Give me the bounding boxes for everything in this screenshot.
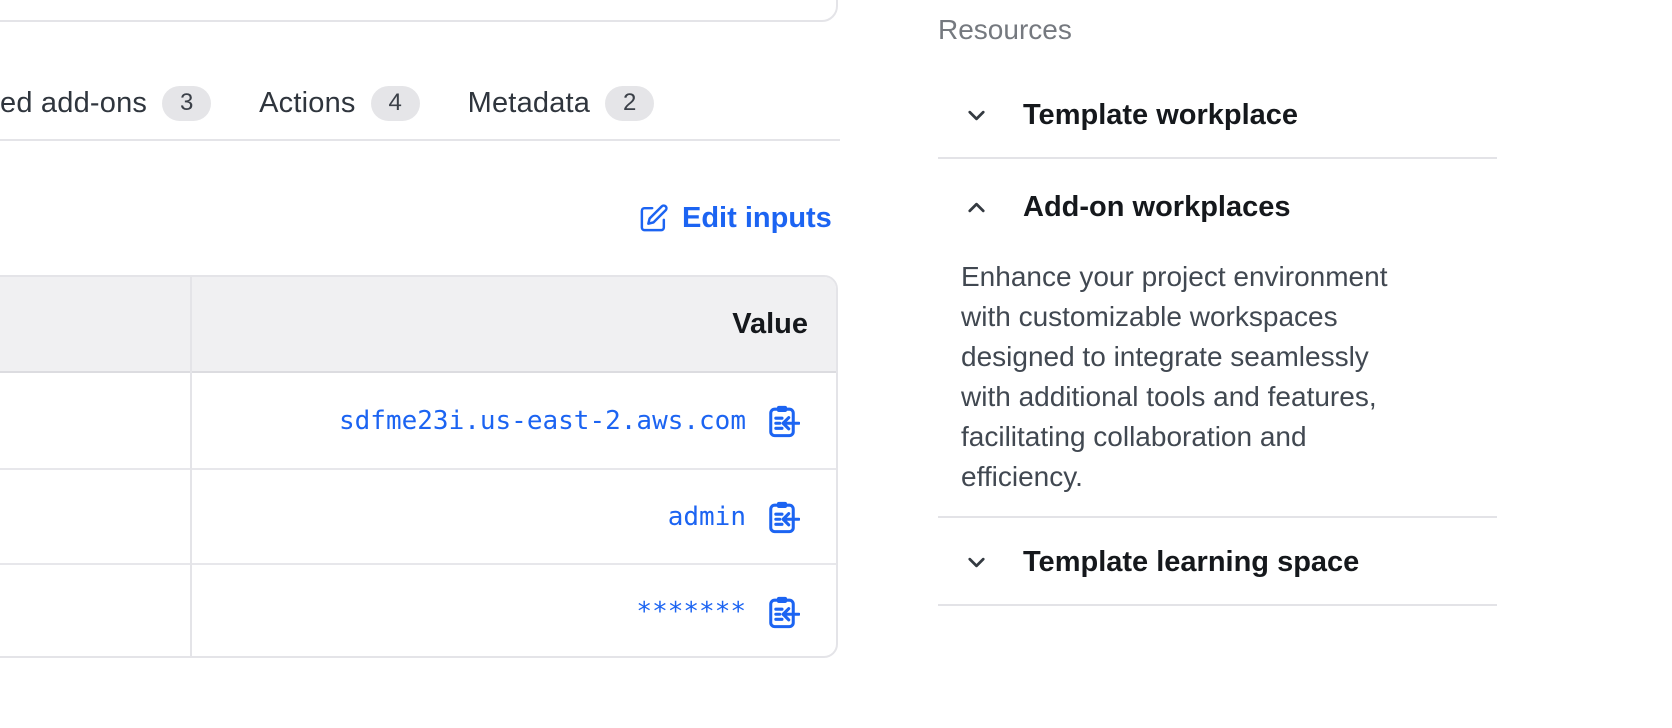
- edit-pencil-square-icon: [638, 203, 669, 234]
- clipboard-copy-icon[interactable]: [764, 594, 800, 630]
- tab-metadata[interactable]: Metadata 2: [468, 86, 655, 121]
- tab-count-badge: 4: [371, 86, 420, 121]
- tab-actions[interactable]: Actions 4: [259, 86, 420, 121]
- tab-divider: [0, 139, 840, 141]
- section-add-on-workplaces[interactable]: Add-on workplaces: [963, 184, 1291, 230]
- section-label: Add-on workplaces: [1023, 191, 1291, 224]
- tab-label: ed add-ons: [0, 87, 147, 120]
- chevron-up-icon: [963, 194, 990, 221]
- inputs-table: Value sdfme23i.us-east-2.aws.com admin: [0, 275, 838, 658]
- table-header-row: Value: [0, 277, 836, 373]
- table-column-divider: [190, 277, 192, 656]
- edit-inputs-label: Edit inputs: [682, 202, 832, 235]
- table-row: admin: [0, 468, 836, 563]
- table-row: sdfme23i.us-east-2.aws.com: [0, 373, 836, 468]
- table-row: *******: [0, 563, 836, 658]
- section-label: Template workplace: [1023, 99, 1298, 132]
- section-template-workplace[interactable]: Template workplace: [963, 92, 1298, 138]
- clipboard-copy-icon[interactable]: [764, 499, 800, 535]
- chevron-down-icon: [963, 102, 990, 129]
- chevron-down-icon: [963, 549, 990, 576]
- resources-panel-title: Resources: [938, 14, 1072, 46]
- edit-inputs-button[interactable]: Edit inputs: [638, 200, 832, 236]
- section-label: Template learning space: [1023, 546, 1359, 579]
- input-value-username: admin: [668, 502, 746, 532]
- input-value-host: sdfme23i.us-east-2.aws.com: [339, 406, 746, 436]
- tab-count-badge: 3: [162, 86, 211, 121]
- tab-bar: ed add-ons 3 Actions 4 Metadata 2: [0, 81, 654, 125]
- section-divider: [938, 604, 1497, 606]
- section-divider: [938, 516, 1497, 518]
- section-template-learning-space[interactable]: Template learning space: [963, 539, 1359, 585]
- value-column-header: Value: [732, 308, 808, 341]
- top-card-partial: [0, 0, 838, 22]
- clipboard-copy-icon[interactable]: [764, 403, 800, 439]
- project-detail-page: ed add-ons 3 Actions 4 Metadata 2 Edit i…: [0, 0, 1672, 728]
- tab-installed-add-ons[interactable]: ed add-ons 3: [0, 86, 211, 121]
- section-divider: [938, 157, 1497, 159]
- input-value-password-masked: *******: [636, 597, 746, 627]
- tab-count-badge: 2: [605, 86, 654, 121]
- tab-label: Actions: [259, 87, 356, 120]
- section-description: Enhance your project environment with cu…: [961, 257, 1406, 497]
- tab-label: Metadata: [468, 87, 591, 120]
